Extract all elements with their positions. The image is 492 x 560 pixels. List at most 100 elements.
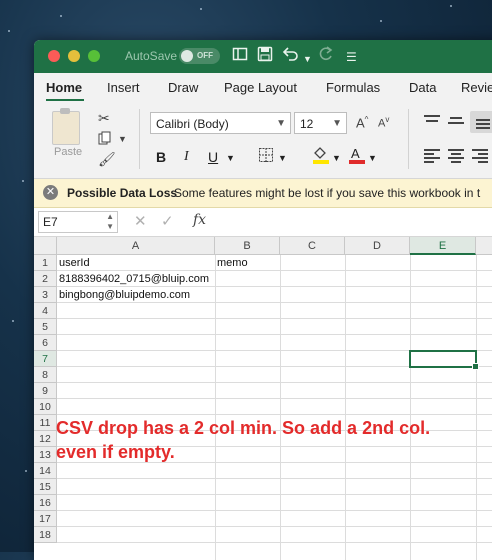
ribbon-tabs: Home Insert Draw Page Layout Formulas Da… [34,73,492,101]
tab-home[interactable]: Home [46,80,82,95]
row-header[interactable]: 1 [34,255,57,271]
star [60,15,62,17]
cell-a3[interactable]: bingbong@bluipdemo.com [57,287,190,303]
fill-color-icon[interactable] [312,145,330,168]
chevron-down-icon: ▼ [276,118,286,129]
align-right-icon[interactable] [472,149,488,163]
select-all-corner[interactable] [34,237,57,255]
cancel-icon[interactable]: ✕ [134,212,147,230]
row-header[interactable]: 16 [34,495,57,511]
x-circle-icon[interactable]: ✕ [43,185,58,200]
copy-dropdown-icon[interactable]: ▼ [118,134,127,144]
cell-a1[interactable]: userId [57,255,90,271]
cell-a2[interactable]: 8188396402_0715@bluip.com [57,271,209,287]
star [25,470,27,472]
increase-font-icon[interactable]: A^ [356,115,368,130]
column-header-f[interactable] [476,237,492,255]
formula-bar: E7 ▲ ▼ ✕ ✓ fx [34,208,492,237]
name-box-stepper-icon[interactable]: ▲ ▼ [106,212,114,232]
star [12,320,14,322]
row-header[interactable]: 17 [34,511,57,527]
row-header[interactable]: 5 [34,319,57,335]
sidebar-icon[interactable] [232,46,248,68]
column-header-e[interactable]: E [410,237,476,255]
font-color-icon[interactable]: A [348,145,366,168]
font-name-select[interactable]: Calibri (Body) ▼ [150,112,291,134]
save-icon[interactable] [257,46,273,68]
title-bar: AutoSave OFF ▼ ☰ [34,40,492,73]
star [450,5,452,7]
row-header[interactable]: 8 [34,367,57,383]
row-header-selected[interactable]: 7 [34,351,57,367]
tab-formulas[interactable]: Formulas [326,80,380,95]
column-header-d[interactable]: D [345,237,410,255]
align-left-icon[interactable] [424,149,440,163]
bold-button[interactable]: B [156,149,166,165]
ribbon: Paste ✂ ▼ 🖌 Calibri (Body) ▼ 12 ▼ A^ Av … [34,101,492,179]
star [8,30,10,32]
row-header[interactable]: 18 [34,527,57,543]
tab-review[interactable]: Revie [461,80,492,95]
row-header[interactable]: 10 [34,399,57,415]
star [22,180,24,182]
paste-icon[interactable] [52,108,80,145]
column-header-c[interactable]: C [280,237,345,255]
align-middle-icon[interactable] [448,115,464,127]
svg-text:A: A [351,146,360,161]
row-header[interactable]: 6 [34,335,57,351]
row-header[interactable]: 12 [34,431,57,447]
tab-page-layout[interactable]: Page Layout [224,80,297,95]
customize-icon[interactable]: ☰ [346,47,357,67]
fill-dropdown-icon[interactable]: ▼ [332,153,341,163]
gridline [57,526,492,527]
copy-icon[interactable] [98,131,112,148]
zoom-icon[interactable] [88,50,100,62]
row-header[interactable]: 15 [34,479,57,495]
italic-button[interactable]: I [184,149,189,165]
underline-dropdown-icon[interactable]: ▼ [226,153,235,163]
font-color-dropdown-icon[interactable]: ▼ [368,153,377,163]
function-icon[interactable]: fx [193,212,206,228]
decrease-font-icon[interactable]: Av [378,115,389,130]
font-size-select[interactable]: 12 ▼ [294,112,347,134]
row-header[interactable]: 11 [34,415,57,431]
border-dropdown-icon[interactable]: ▼ [278,153,287,163]
border-icon[interactable] [258,147,274,166]
gridline [57,334,492,335]
excel-window: AutoSave OFF ▼ ☰ Home Insert Draw Page L… [34,40,492,560]
row-header[interactable]: 3 [34,287,57,303]
underline-button[interactable]: U [208,149,218,165]
column-header-a[interactable]: A [57,237,215,255]
undo-icon[interactable] [282,46,300,68]
name-box[interactable]: E7 ▲ ▼ [38,211,118,233]
gridline [215,255,216,560]
tab-data[interactable]: Data [409,80,436,95]
cell-b1[interactable]: memo [215,255,248,271]
minimize-icon[interactable] [68,50,80,62]
row-header[interactable]: 2 [34,271,57,287]
fill-handle[interactable] [472,363,479,370]
undo-dropdown-icon[interactable]: ▼ [303,49,312,69]
enter-icon[interactable]: ✓ [161,212,174,230]
gridline [57,398,492,399]
close-icon[interactable] [48,50,60,62]
row-header[interactable]: 14 [34,463,57,479]
row-header[interactable]: 4 [34,303,57,319]
align-bottom-icon[interactable] [470,111,492,133]
star [200,8,202,10]
format-painter-icon[interactable]: 🖌 [98,151,116,168]
align-center-icon[interactable] [448,149,464,163]
cut-icon[interactable]: ✂ [98,110,110,127]
tab-draw[interactable]: Draw [168,80,198,95]
autosave-toggle[interactable]: OFF [179,48,220,64]
redo-icon[interactable] [318,46,334,68]
font-name-value: Calibri (Body) [156,117,229,131]
align-top-icon[interactable] [424,115,440,127]
column-header-b[interactable]: B [215,237,280,255]
tab-insert[interactable]: Insert [107,80,140,95]
selected-cell-e7[interactable] [409,350,479,370]
row-header[interactable]: 9 [34,383,57,399]
row-header[interactable]: 13 [34,447,57,463]
gridline [476,255,477,560]
paste-label[interactable]: Paste [54,146,82,158]
